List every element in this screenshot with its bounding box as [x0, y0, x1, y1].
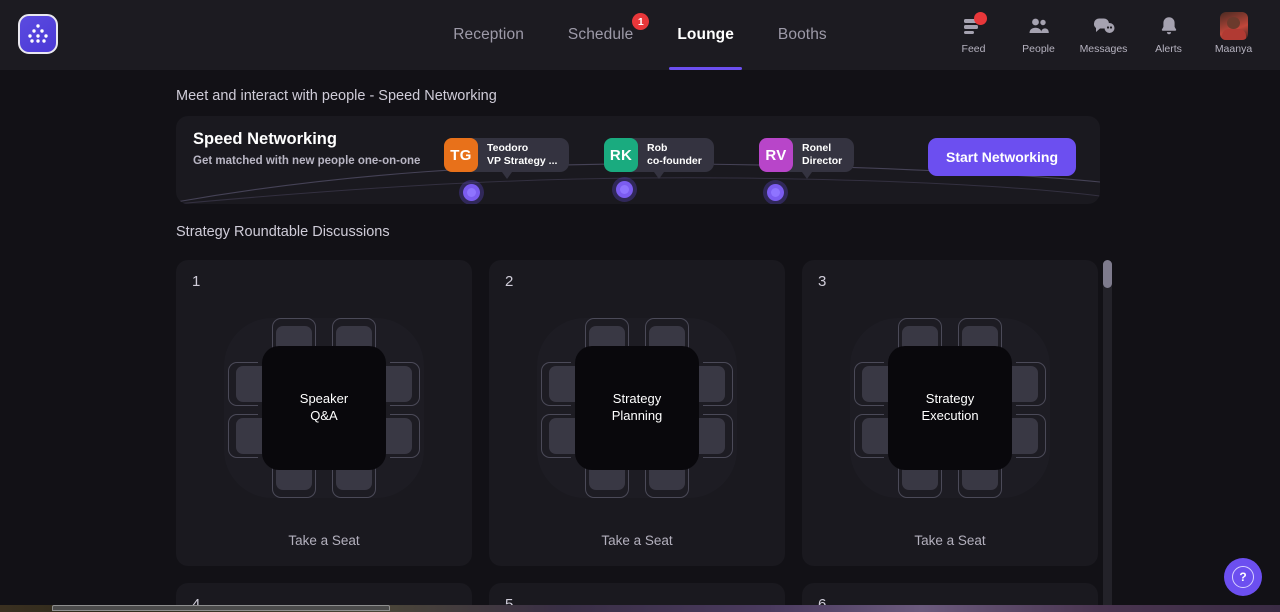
nav-tab-label: Reception [453, 26, 524, 43]
nav-tab-booths[interactable]: Booths [756, 0, 849, 70]
network-node-1 [463, 184, 480, 201]
util-label: Messages [1079, 43, 1128, 55]
os-taskbar-strip [0, 605, 1280, 612]
chip-pointer [801, 172, 812, 179]
person-chip-rob[interactable]: RK Rob co-founder [604, 138, 714, 179]
util-alerts[interactable]: Alerts [1136, 8, 1201, 55]
chip-pointer [653, 172, 664, 179]
person-initials: TG [444, 138, 478, 172]
util-label: Alerts [1155, 43, 1182, 55]
person-name: Ronel [802, 141, 832, 154]
speed-networking-heading: Meet and interact with people - Speed Ne… [176, 88, 497, 104]
speed-networking-title: Speed Networking [193, 130, 337, 148]
take-a-seat-button[interactable]: Take a Seat [176, 533, 472, 548]
roundtable-diagram: Speaker Q&A [216, 308, 432, 508]
chat-bubbles-icon [1092, 13, 1116, 39]
roundtable-number: 1 [192, 273, 201, 290]
roundtable-card[interactable]: 3 Strategy Execution Take a Seat [802, 260, 1098, 566]
nav-tab-label: Booths [777, 26, 827, 43]
roundtable-table-label: Speaker Q&A [262, 346, 386, 470]
person-initials: RK [604, 138, 638, 172]
network-node-2 [616, 181, 633, 198]
person-name: Rob [647, 141, 668, 154]
os-window-edge [52, 605, 390, 611]
help-question-icon: ? [1232, 566, 1254, 588]
feed-list-icon [962, 12, 987, 39]
lounge-app-window: Reception Schedule 1 Lounge Booths Feed … [0, 0, 1280, 612]
roundtable-table-label: Strategy Execution [888, 346, 1012, 470]
roundtable-list: 1 Speaker Q&A Take a Seat 2 Strategy Planning T… [176, 260, 1104, 612]
nav-tab-lounge[interactable]: Lounge [655, 0, 756, 70]
roundtable-grid: 1 Speaker Q&A Take a Seat 2 Strategy Planning T… [176, 260, 1104, 612]
take-a-seat-button[interactable]: Take a Seat [802, 533, 1098, 548]
header-utility-bar: Feed People Messages Alerts Maanya [941, 8, 1266, 55]
speed-networking-card: Speed Networking Get matched with new pe… [176, 116, 1100, 204]
nav-tab-label: Schedule [567, 26, 634, 43]
app-header: Reception Schedule 1 Lounge Booths Feed … [0, 0, 1280, 70]
speed-networking-subtitle: Get matched with new people one-on-one [193, 155, 421, 167]
util-messages[interactable]: Messages [1071, 8, 1136, 55]
people-icon [1027, 13, 1051, 39]
person-chip-teodoro[interactable]: TG Teodoro VP Strategy ... [444, 138, 570, 179]
person-initials: RV [759, 138, 793, 172]
util-label: Maanya [1214, 43, 1253, 55]
help-button[interactable]: ? [1224, 558, 1262, 596]
start-networking-button[interactable]: Start Networking [927, 138, 1076, 176]
roundtable-diagram: Strategy Execution [842, 308, 1058, 508]
util-label: People [1022, 43, 1055, 55]
roundtable-heading: Strategy Roundtable Discussions [176, 224, 390, 240]
roundtable-card[interactable]: 1 Speaker Q&A Take a Seat [176, 260, 472, 566]
schedule-badge: 1 [632, 13, 650, 30]
bell-icon [1158, 13, 1180, 39]
roundtable-number: 2 [505, 273, 514, 290]
person-role: co-founder [647, 155, 702, 167]
roundtable-table-label: Strategy Planning [575, 346, 699, 470]
roundtable-card[interactable]: 2 Strategy Planning Take a Seat [489, 260, 785, 566]
person-chip-ronel[interactable]: RV Ronel Director [759, 138, 855, 179]
chip-pointer [501, 172, 512, 179]
roundtable-diagram: Strategy Planning [529, 308, 745, 508]
network-node-3 [767, 184, 784, 201]
nav-tab-reception[interactable]: Reception [431, 0, 546, 70]
scrollbar-thumb[interactable] [1103, 260, 1112, 288]
person-name: Teodoro [487, 141, 529, 154]
speed-networking-text: Speed Networking Get matched with new pe… [193, 130, 423, 170]
person-role: Director [802, 155, 843, 167]
nav-tab-schedule[interactable]: Schedule 1 [546, 0, 655, 70]
take-a-seat-button[interactable]: Take a Seat [489, 533, 785, 548]
roundtable-number: 3 [818, 273, 827, 290]
util-people[interactable]: People [1006, 8, 1071, 55]
util-feed[interactable]: Feed [941, 8, 1006, 55]
person-role: VP Strategy ... [487, 155, 558, 167]
util-label: Feed [961, 43, 986, 55]
avatar [1219, 12, 1248, 40]
page-body: Meet and interact with people - Speed Ne… [0, 70, 1280, 612]
nav-tab-label: Lounge [677, 26, 734, 43]
roundtable-scrollbar[interactable] [1103, 260, 1112, 612]
util-profile[interactable]: Maanya [1201, 8, 1266, 55]
feed-notification-dot [973, 12, 987, 25]
